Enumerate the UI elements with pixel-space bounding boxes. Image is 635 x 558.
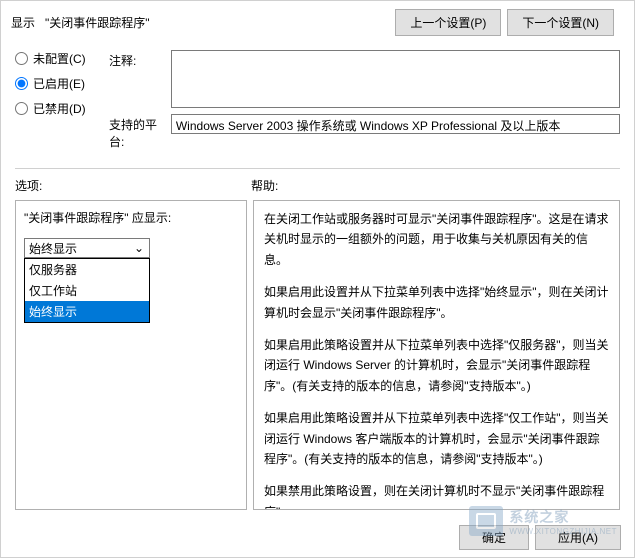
radio-unconfigured[interactable]: 未配置(C) <box>15 50 109 67</box>
radio-unconfigured-label: 未配置(C) <box>33 50 86 67</box>
nav-buttons: 上一个设置(P) 下一个设置(N) <box>395 9 614 36</box>
radio-unconfigured-input[interactable] <box>15 52 28 65</box>
title-prefix: 显示 <box>11 14 35 31</box>
config-section: 未配置(C) 已启用(E) 已禁用(D) 注释: 支持的平台: <box>1 44 634 164</box>
ok-button[interactable]: 确定 <box>459 525 529 550</box>
comment-input[interactable] <box>171 50 620 108</box>
help-paragraph: 如果禁用此策略设置，则在关闭计算机时不显示"关闭事件跟踪程序"。 <box>264 481 609 510</box>
state-radio-group: 未配置(C) 已启用(E) 已禁用(D) <box>15 50 109 125</box>
divider <box>15 168 620 169</box>
dropdown-list: 仅服务器 仅工作站 始终显示 <box>24 258 150 323</box>
radio-disabled-label: 已禁用(D) <box>33 100 86 117</box>
platform-text: Windows Server 2003 操作系统或 Windows XP Pro… <box>171 114 620 134</box>
radio-enabled-label: 已启用(E) <box>33 75 85 92</box>
bottom-button-bar: 确定 应用(A) <box>459 525 621 550</box>
help-paragraph: 如果启用此策略设置并从下拉菜单列表中选择"仅工作站"，则当关闭运行 Window… <box>264 408 609 469</box>
radio-disabled[interactable]: 已禁用(D) <box>15 100 109 117</box>
options-label: 选项: <box>15 177 251 194</box>
options-help-header: 选项: 帮助: <box>1 177 634 200</box>
radio-enabled-input[interactable] <box>15 77 28 90</box>
options-panel: "关闭事件跟踪程序" 应显示: 始终显示 ⌄ 仅服务器 仅工作站 始终显示 <box>15 200 247 510</box>
help-panel[interactable]: 在关闭工作站或服务器时可显示"关闭事件跟踪程序"。这是在请求关机时显示的一组额外… <box>253 200 620 510</box>
combo-selected-text: 始终显示 <box>29 240 131 257</box>
help-paragraph: 如果启用此策略设置并从下拉菜单列表中选择"仅服务器"，则当关闭运行 Window… <box>264 335 609 396</box>
display-mode-combo[interactable]: 始终显示 ⌄ 仅服务器 仅工作站 始终显示 <box>24 238 150 258</box>
help-paragraph: 在关闭工作站或服务器时可显示"关闭事件跟踪程序"。这是在请求关机时显示的一组额外… <box>264 209 609 270</box>
platform-label: 支持的平台: <box>109 114 167 150</box>
radio-disabled-input[interactable] <box>15 102 28 115</box>
dropdown-item-always-show[interactable]: 始终显示 <box>25 301 149 322</box>
help-paragraph: 如果启用此设置并从下拉菜单列表中选择"始终显示"，则在关闭计算机时会显示"关闭事… <box>264 282 609 323</box>
comment-label: 注释: <box>109 50 167 69</box>
help-label: 帮助: <box>251 177 278 194</box>
combo-display[interactable]: 始终显示 ⌄ <box>24 238 150 258</box>
apply-button[interactable]: 应用(A) <box>535 525 621 550</box>
dropdown-item-workstations-only[interactable]: 仅工作站 <box>25 280 149 301</box>
dropdown-item-servers-only[interactable]: 仅服务器 <box>25 259 149 280</box>
policy-editor-window: 显示 "关闭事件跟踪程序" 上一个设置(P) 下一个设置(N) 未配置(C) 已… <box>0 0 635 558</box>
prev-setting-button[interactable]: 上一个设置(P) <box>395 9 501 36</box>
title-policy-name: "关闭事件跟踪程序" <box>45 14 150 31</box>
chevron-down-icon: ⌄ <box>131 241 147 255</box>
next-setting-button[interactable]: 下一个设置(N) <box>507 9 614 36</box>
radio-enabled[interactable]: 已启用(E) <box>15 75 109 92</box>
main-content: "关闭事件跟踪程序" 应显示: 始终显示 ⌄ 仅服务器 仅工作站 始终显示 在关… <box>1 200 634 510</box>
title-bar: 显示 "关闭事件跟踪程序" 上一个设置(P) 下一个设置(N) <box>1 1 634 44</box>
options-title: "关闭事件跟踪程序" 应显示: <box>24 209 238 226</box>
